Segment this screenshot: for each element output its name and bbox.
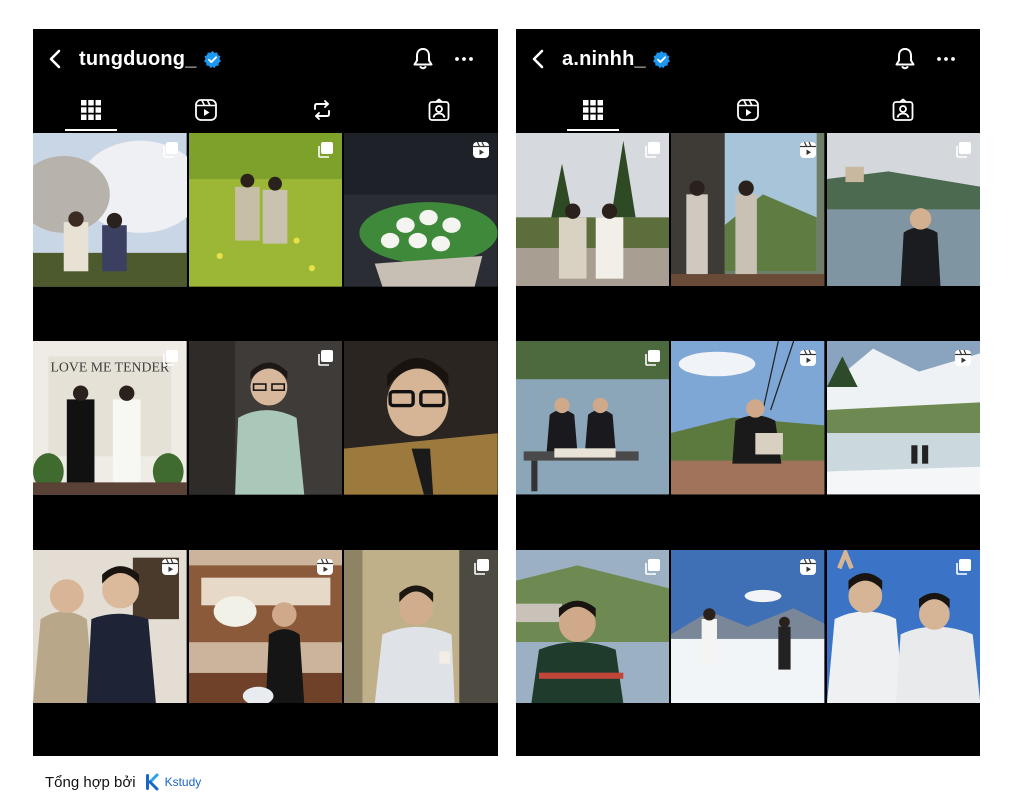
carousel-icon [645,350,661,367]
carousel-icon [645,558,661,575]
posts-grid: LOVE ME TENDER [33,133,498,756]
username: a.ninhh_ [562,48,646,70]
notification-bell-icon[interactable] [893,46,917,72]
photo-glasses-selfie [344,341,498,495]
reel-icon [317,558,334,575]
carousel-icon [162,142,178,158]
grid-icon [583,100,603,120]
brand-name: Kstudy [164,775,202,789]
post-thumbnail[interactable] [826,341,980,547]
kstudy-logo-icon [145,773,159,791]
verified-badge-icon [652,50,670,69]
source-credit: Tổng hợp bởi Kstudy [45,772,201,792]
carousel-icon [956,142,971,158]
profile-username-row[interactable]: tungduong_ [79,48,222,71]
repost-icon [314,100,330,120]
tab-posts-grid[interactable] [567,95,619,131]
reel-icon [161,558,178,575]
post-thumbnail[interactable]: LOVE ME TENDER [33,341,187,547]
post-thumbnail[interactable] [516,341,670,547]
carousel-icon [956,558,971,575]
reel-icon [799,350,816,367]
post-thumbnail[interactable] [33,133,187,339]
notification-bell-icon[interactable] [411,46,435,72]
post-thumbnail[interactable] [188,133,343,339]
reel-icon [954,350,971,367]
post-thumbnail[interactable] [826,549,980,756]
post-thumbnail[interactable] [344,549,498,756]
reel-icon [799,558,816,575]
tagged-user-icon [892,98,914,121]
post-thumbnail[interactable] [671,341,825,547]
back-arrow-icon[interactable] [528,47,550,71]
tagged-user-icon [428,98,450,121]
svg-text:LOVE ME TENDER: LOVE ME TENDER [50,360,169,375]
post-thumbnail[interactable] [516,549,670,756]
tab-tagged[interactable] [885,95,921,125]
tab-reels[interactable] [188,95,224,125]
carousel-icon [318,142,334,158]
more-options-icon[interactable] [452,49,476,69]
post-thumbnail[interactable] [344,133,498,339]
profile-username-row[interactable]: a.ninhh_ [562,48,671,71]
more-options-icon[interactable] [934,49,958,69]
posts-grid [516,133,980,756]
grid-icon [81,100,101,120]
carousel-icon [162,350,178,367]
reels-icon [195,99,217,121]
tab-reposts[interactable] [304,95,340,125]
back-arrow-icon[interactable] [45,47,67,71]
post-thumbnail[interactable] [344,341,498,547]
post-thumbnail[interactable] [33,549,187,756]
carousel-icon [318,350,334,367]
post-thumbnail[interactable] [188,341,343,547]
profile-header: tungduong_ [33,29,498,89]
credit-label: Tổng hợp bởi [45,773,136,791]
verified-badge-icon [203,50,221,69]
tab-posts-grid[interactable] [65,95,117,131]
reels-icon [737,99,759,121]
profile-header: a.ninhh_ [516,29,980,89]
username: tungduong_ [79,48,197,70]
reel-icon [799,141,816,158]
post-thumbnail[interactable] [516,133,670,339]
post-thumbnail[interactable] [826,133,980,339]
profile-panel-right: a.ninhh_ [516,29,980,756]
profile-tabs [516,89,980,133]
profile-panel-left: tungduong_ LOVE ME TENDER [33,29,498,756]
post-thumbnail[interactable] [671,549,825,756]
reel-icon [473,141,489,158]
carousel-icon [645,142,661,158]
profile-tabs [33,89,498,133]
post-thumbnail[interactable] [188,549,343,756]
brand-logo: Kstudy [144,772,202,792]
tab-reels[interactable] [730,95,766,125]
tab-tagged[interactable] [421,95,457,125]
carousel-icon [474,558,489,575]
post-thumbnail[interactable] [671,133,825,339]
